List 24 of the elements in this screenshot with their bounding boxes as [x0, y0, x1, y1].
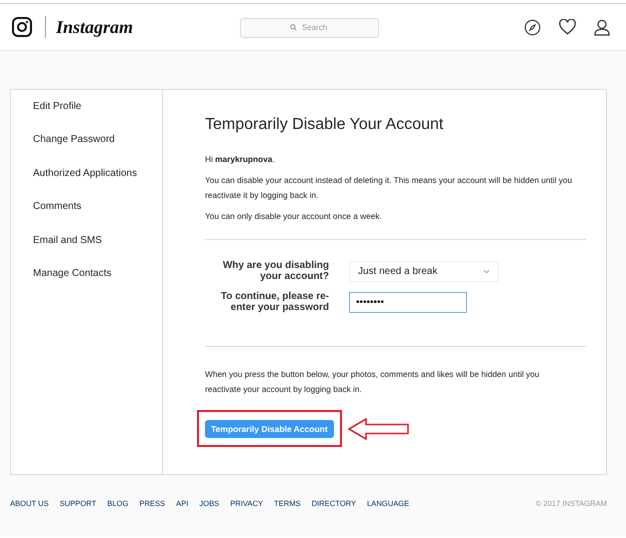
- search-field[interactable]: Search: [240, 18, 379, 38]
- sidebar-item[interactable]: Email and SMS: [11, 234, 162, 267]
- field-label: Why are you disabling your account?: [222, 260, 329, 282]
- brand-name[interactable]: Instagram: [56, 16, 134, 38]
- chevron-down-icon: [483, 268, 490, 274]
- greeting-text: Hi marykrupnova.: [205, 153, 276, 166]
- camera-icon[interactable]: [12, 17, 32, 37]
- search-icon: [290, 24, 297, 31]
- sidebar-item[interactable]: Change Password: [11, 133, 162, 167]
- field-label: To continue, please re-enter your password: [220, 291, 329, 313]
- sidebar-item[interactable]: Comments: [11, 200, 162, 234]
- page-title: Temporarily Disable Your Account: [205, 116, 444, 134]
- sidebar-item[interactable]: Manage Contacts: [11, 266, 162, 300]
- heart-icon[interactable]: [559, 19, 576, 35]
- sidebar-item[interactable]: Authorized Applications: [11, 166, 162, 200]
- reason-dropdown[interactable]: Just need a break: [349, 260, 499, 282]
- info-text: You can only disable your account once a week.: [205, 210, 383, 223]
- notice-text: When you press the button below, your photos, comments and likes will be hidden until you reactivate your account by logging back in.: [205, 368, 540, 396]
- sidebar-item[interactable]: Edit Profile: [11, 100, 162, 134]
- info-text: You can disable your account instead of deleting it. This means your account will be hidden until you reactivate it by logging back in.: [205, 174, 574, 202]
- profile-icon[interactable]: [594, 18, 610, 36]
- arrow-drawing: [348, 418, 410, 440]
- password-field[interactable]: ••••••••: [349, 292, 467, 312]
- compass-icon[interactable]: [524, 18, 541, 36]
